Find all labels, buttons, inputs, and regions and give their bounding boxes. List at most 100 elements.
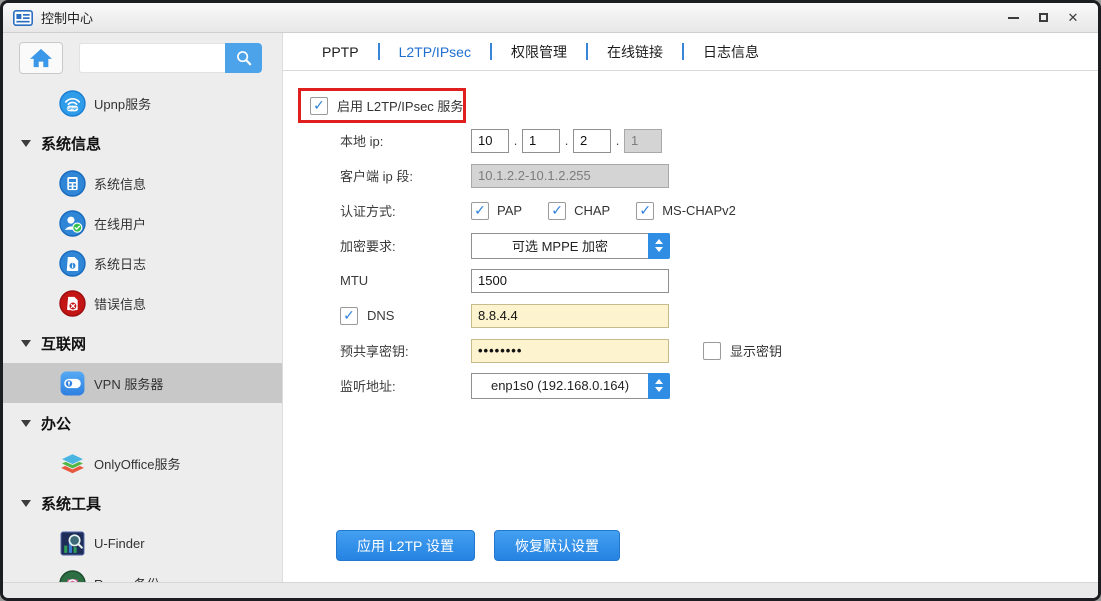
collapse-triangle-icon <box>21 420 31 427</box>
tab-permissions[interactable]: 权限管理 <box>492 42 586 62</box>
psk-label: 预共享密钥: <box>340 341 471 360</box>
tab-online-links[interactable]: 在线链接 <box>588 42 682 62</box>
show-psk-label: 显示密钥 <box>730 341 782 360</box>
sidebar-item-label: 在线用户 <box>94 214 146 233</box>
octet-dot: . <box>611 133 624 148</box>
vpn-server-icon <box>59 370 86 397</box>
listen-address-select[interactable]: enp1s0 (192.168.0.164) <box>471 373 670 399</box>
local-ip-octet-2[interactable] <box>522 129 560 153</box>
pap-label: PAP <box>497 203 522 218</box>
sidebar-item-system-log[interactable]: 系统日志 <box>3 243 282 283</box>
sidebar-item-label: 错误信息 <box>94 294 146 313</box>
window-title: 控制中心 <box>41 8 93 27</box>
octet-dot: . <box>509 133 522 148</box>
octet-dot: . <box>560 133 573 148</box>
dns-input[interactable] <box>471 304 669 328</box>
control-center-window: 控制中心 ✕ <box>0 0 1101 601</box>
sidebar-section-system-info[interactable]: 系统信息 <box>3 123 282 163</box>
sidebar-item-label: OnlyOffice服务 <box>94 454 180 473</box>
search-icon <box>234 48 254 68</box>
dns-row: ✓ DNS <box>283 298 1098 333</box>
close-icon[interactable]: ✕ <box>1066 11 1080 25</box>
titlebar: 控制中心 ✕ <box>3 3 1098 33</box>
collapse-triangle-icon <box>21 340 31 347</box>
minimize-icon[interactable] <box>1006 11 1020 25</box>
listen-address-row: 监听地址: enp1s0 (192.168.0.164) <box>283 368 1098 403</box>
mschapv2-label: MS-CHAPv2 <box>662 203 736 218</box>
mtu-label: MTU <box>340 273 471 288</box>
enable-l2tp-label: 启用 L2TP/IPsec 服务 <box>337 96 463 115</box>
tab-bar: PPTP L2TP/IPsec 权限管理 在线链接 日志信息 <box>283 33 1098 71</box>
auth-method-label: 认证方式: <box>340 201 471 220</box>
encryption-label: 加密要求: <box>340 236 471 255</box>
encryption-row: 加密要求: 可选 MPPE 加密 <box>283 228 1098 263</box>
restore-defaults-button[interactable]: 恢复默认设置 <box>494 530 620 561</box>
window-controls: ✕ <box>1006 11 1088 25</box>
online-users-icon <box>59 210 86 237</box>
sidebar: UPNP Upnp服务 系统信息 <box>3 33 283 597</box>
psk-input[interactable] <box>471 339 669 363</box>
mtu-input[interactable] <box>471 269 669 293</box>
home-icon <box>29 47 53 69</box>
sidebar-item-onlyoffice[interactable]: OnlyOffice服务 <box>3 443 282 483</box>
sidebar-item-label: 系统信息 <box>94 174 146 193</box>
listen-address-label: 监听地址: <box>340 376 471 395</box>
search-button[interactable] <box>225 43 262 73</box>
sidebar-section-office[interactable]: 办公 <box>3 403 282 443</box>
local-ip-label: 本地 ip: <box>340 131 471 150</box>
sidebar-item-label: VPN 服务器 <box>94 374 163 393</box>
spinner-icon[interactable] <box>648 373 670 399</box>
chap-label: CHAP <box>574 203 610 218</box>
show-psk-checkbox[interactable] <box>703 342 721 360</box>
sidebar-section-internet[interactable]: 互联网 <box>3 323 282 363</box>
app-icon <box>13 10 33 26</box>
apply-l2tp-button[interactable]: 应用 L2TP 设置 <box>336 530 475 561</box>
local-ip-octet-1[interactable] <box>471 129 509 153</box>
encryption-select[interactable]: 可选 MPPE 加密 <box>471 233 670 259</box>
pap-checkbox[interactable]: ✓ <box>471 202 489 220</box>
mschapv2-checkbox[interactable]: ✓ <box>636 202 654 220</box>
collapse-triangle-icon <box>21 500 31 507</box>
sidebar-item-label: Upnp服务 <box>94 94 151 113</box>
sidebar-item-vpn-server[interactable]: VPN 服务器 <box>3 363 282 403</box>
sidebar-item-system-info[interactable]: 系统信息 <box>3 163 282 203</box>
system-info-icon <box>59 170 86 197</box>
mtu-row: MTU <box>283 263 1098 298</box>
system-log-icon <box>59 250 86 277</box>
tab-log-info[interactable]: 日志信息 <box>684 42 778 62</box>
sidebar-item-upnp[interactable]: UPNP Upnp服务 <box>3 83 282 123</box>
client-ip-range-input <box>471 164 669 188</box>
collapse-triangle-icon <box>21 140 31 147</box>
psk-row: 预共享密钥: 显示密钥 <box>283 333 1098 368</box>
ufinder-icon <box>59 530 86 557</box>
search-input[interactable] <box>79 43 225 73</box>
window-footer-strip <box>3 582 1098 598</box>
chap-checkbox[interactable]: ✓ <box>548 202 566 220</box>
auth-method-row: 认证方式: ✓ PAP ✓ CHAP ✓ MS-CHAPv2 <box>283 193 1098 228</box>
svg-text:UPNP: UPNP <box>67 107 78 111</box>
error-info-icon <box>59 290 86 317</box>
sidebar-section-system-tools[interactable]: 系统工具 <box>3 483 282 523</box>
sidebar-item-label: U-Finder <box>94 536 145 551</box>
sidebar-item-online-users[interactable]: 在线用户 <box>3 203 282 243</box>
local-ip-row: 本地 ip: . . . <box>283 123 1098 158</box>
sidebar-item-ufinder[interactable]: U-Finder <box>3 523 282 563</box>
sidebar-item-error-info[interactable]: 错误信息 <box>3 283 282 323</box>
dns-label: DNS <box>367 308 394 323</box>
maximize-icon[interactable] <box>1036 11 1050 25</box>
enable-l2tp-highlight-box: ✓ 启用 L2TP/IPsec 服务 <box>298 88 466 123</box>
client-ip-range-label: 客户端 ip 段: <box>340 166 471 185</box>
tab-l2tp-ipsec[interactable]: L2TP/IPsec <box>380 44 490 60</box>
local-ip-octet-3[interactable] <box>573 129 611 153</box>
dns-checkbox[interactable]: ✓ <box>340 307 358 325</box>
local-ip-octet-4 <box>624 129 662 153</box>
client-ip-range-row: 客户端 ip 段: <box>283 158 1098 193</box>
sidebar-item-label: 系统日志 <box>94 254 146 273</box>
spinner-icon[interactable] <box>648 233 670 259</box>
main-content: PPTP L2TP/IPsec 权限管理 在线链接 日志信息 ✓ 启用 L2TP… <box>283 33 1098 597</box>
tab-pptp[interactable]: PPTP <box>303 44 378 60</box>
home-button[interactable] <box>19 42 63 74</box>
upnp-icon: UPNP <box>59 90 86 117</box>
enable-l2tp-checkbox[interactable]: ✓ <box>310 97 328 115</box>
onlyoffice-icon <box>59 450 86 477</box>
